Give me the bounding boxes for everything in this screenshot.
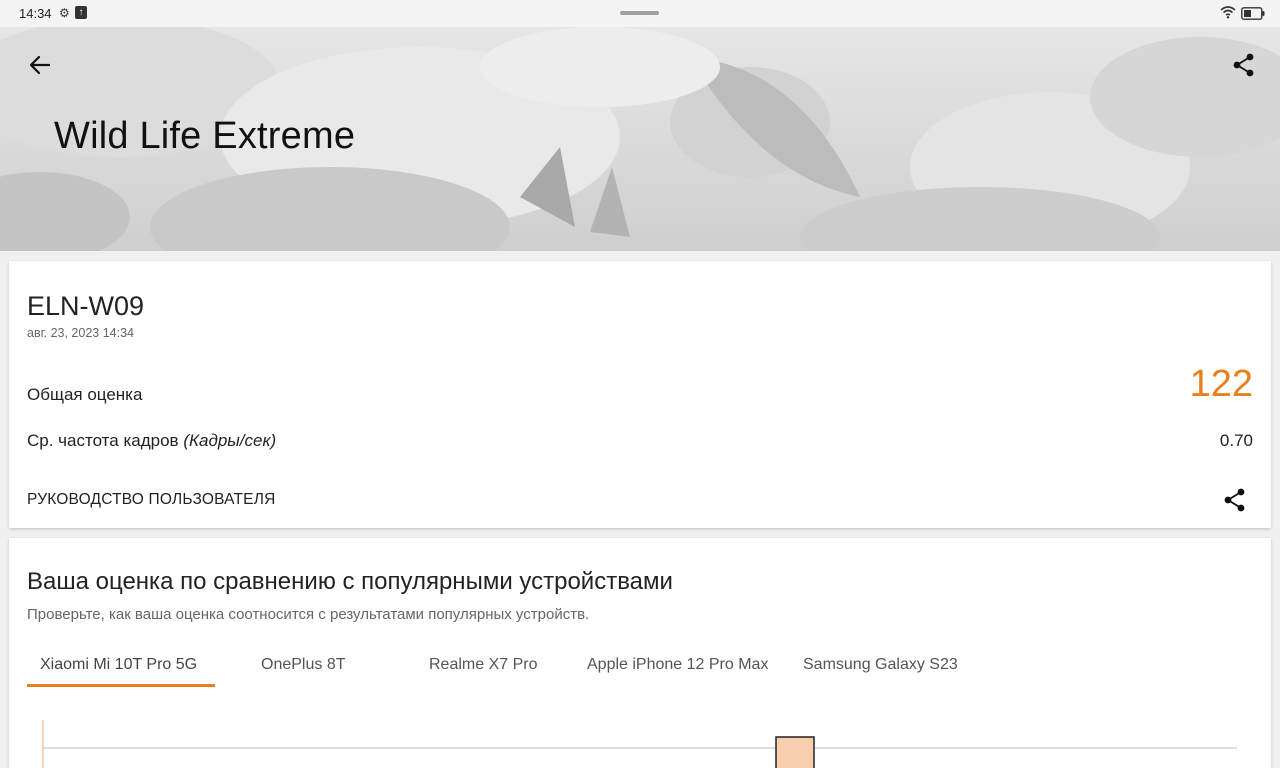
active-tab-indicator [27,684,215,687]
comparison-title: Ваша оценка по сравнению с популярными у… [27,568,673,595]
tab-apple-iphone-12-pro-max[interactable]: Apple iPhone 12 Pro Max [587,656,768,674]
status-time: 14:34 [19,6,52,21]
tab-realme-x7-pro[interactable]: Realme X7 Pro [429,656,538,674]
average-fps-label-text: Ср. частота кадров [27,431,179,450]
gear-icon: ⚙ [59,6,70,20]
tab-xiaomi-mi-10t-pro-5g[interactable]: Xiaomi Mi 10T Pro 5G [40,656,197,674]
page-title: Wild Life Extreme [54,115,356,157]
comparison-chart [9,708,1271,768]
comparison-subtitle: Проверьте, как ваша оценка соотносится с… [27,606,590,623]
share-icon[interactable] [1221,486,1249,514]
overall-score-value: 122 [1189,363,1253,405]
result-date: авг. 23, 2023 14:34 [27,326,134,340]
average-fps-label: Ср. частота кадров (Кадры/сек) [27,431,276,451]
device-name: ELN-W09 [27,291,145,321]
tab-oneplus-8t[interactable]: OnePlus 8T [261,656,345,674]
device-tabs: Xiaomi Mi 10T Pro 5G OnePlus 8T Realme X… [27,650,1247,688]
back-arrow-icon[interactable] [26,51,54,79]
comparison-card: Ваша оценка по сравнению с популярными у… [9,538,1271,768]
average-fps-value: 0.70 [1219,431,1253,450]
battery-icon [1241,7,1265,20]
wifi-icon [1220,6,1236,19]
average-fps-unit: (Кадры/сек) [183,431,277,450]
overall-score-label: Общая оценка [27,385,143,404]
share-icon[interactable] [1230,51,1258,79]
user-guide-link[interactable]: РУКОВОДСТВО ПОЛЬЗОВАТЕЛЯ [27,491,276,509]
upload-icon: ↑ [75,6,87,19]
hero-banner: Wild Life Extreme [0,27,1280,251]
tab-samsung-galaxy-s23[interactable]: Samsung Galaxy S23 [803,656,958,674]
chart-bar [775,736,815,768]
drag-handle[interactable] [620,11,659,15]
comparison-chart-svg [42,720,1237,768]
status-bar: 14:34 ⚙ ↑ [0,0,1280,27]
result-card: ELN-W09 авг. 23, 2023 14:34 Общая оценка… [9,261,1271,528]
